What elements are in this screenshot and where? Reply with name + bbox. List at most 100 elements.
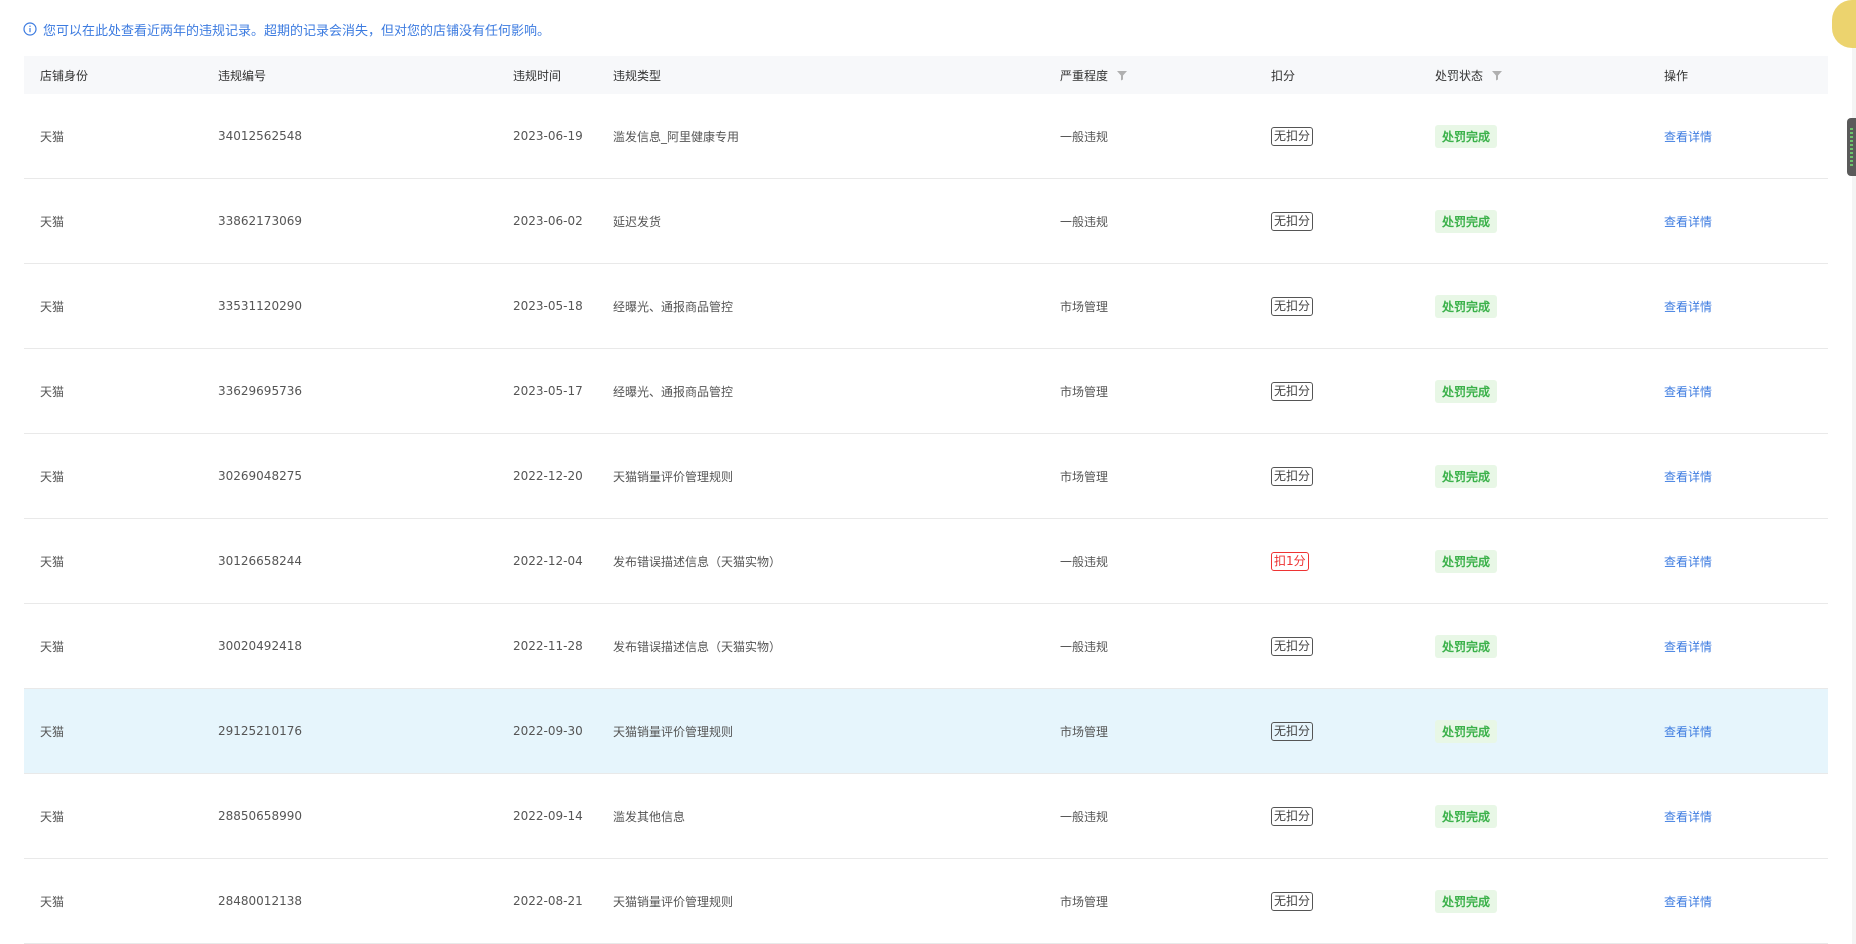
cell-violation-type: 天猫销量评价管理规则 xyxy=(613,894,734,909)
cell-action: 查看详情 xyxy=(1648,893,1828,910)
points-badge: 无扣分 xyxy=(1271,721,1314,741)
info-icon xyxy=(23,22,37,36)
view-details-link[interactable]: 查看详情 xyxy=(1664,553,1712,570)
view-details-link[interactable]: 查看详情 xyxy=(1664,638,1712,655)
cell-shop: 天猫 xyxy=(40,299,65,314)
cell-violation-type: 滥发其他信息 xyxy=(613,809,686,824)
cell-violation-type: 经曝光、通报商品管控 xyxy=(613,384,734,399)
points-badge: 无扣分 xyxy=(1271,211,1314,231)
table-row[interactable]: 天猫 33862173069 2023-06-02 延迟发货 一般违规 无扣分 处罚完成 查看… xyxy=(24,179,1828,264)
cell-shop: 天猫 xyxy=(40,469,65,484)
cell-severity: 市场管理 xyxy=(1060,894,1109,909)
cell-status: 处罚完成 xyxy=(1419,124,1648,148)
cell-status: 处罚完成 xyxy=(1419,719,1648,743)
cell-violation-time: 2022-11-28 xyxy=(513,639,583,653)
filter-icon[interactable] xyxy=(1116,69,1128,81)
points-badge: 无扣分 xyxy=(1271,636,1314,656)
cell-shop: 天猫 xyxy=(40,554,65,569)
cell-violation-time: 2022-09-30 xyxy=(513,724,583,738)
cell-status: 处罚完成 xyxy=(1419,804,1648,828)
status-badge: 处罚完成 xyxy=(1435,804,1498,828)
status-badge: 处罚完成 xyxy=(1435,889,1498,913)
cell-severity: 一般违规 xyxy=(1060,554,1109,569)
cell-action: 查看详情 xyxy=(1648,383,1828,400)
view-details-link[interactable]: 查看详情 xyxy=(1664,383,1712,400)
cell-points: 扣1分 xyxy=(1255,551,1419,571)
view-details-link[interactable]: 查看详情 xyxy=(1664,893,1712,910)
cell-violation-time: 2022-12-04 xyxy=(513,554,583,568)
column-header-status: 处罚状态 xyxy=(1419,67,1648,84)
status-badge: 处罚完成 xyxy=(1435,549,1498,573)
cell-action: 查看详情 xyxy=(1648,553,1828,570)
view-details-link[interactable]: 查看详情 xyxy=(1664,298,1712,315)
status-badge: 处罚完成 xyxy=(1435,209,1498,233)
cell-severity: 市场管理 xyxy=(1060,724,1109,739)
column-header-action: 操作 xyxy=(1664,68,1689,83)
violation-records-table: 店铺身份 违规编号 违规时间 违规类型 严重程度 扣分 处罚状态 操作 天猫 34… xyxy=(24,56,1828,944)
cell-violation-id: 33531120290 xyxy=(218,299,302,313)
table-row[interactable]: 天猫 29125210176 2022-09-30 天猫销量评价管理规则 市场管理 无扣分… xyxy=(24,689,1828,774)
filter-icon[interactable] xyxy=(1491,69,1503,81)
cell-violation-time: 2022-08-21 xyxy=(513,894,583,908)
table-body: 天猫 34012562548 2023-06-19 滥发信息_阿里健康专用 一般违规 无扣… xyxy=(24,94,1828,944)
cell-violation-type: 天猫销量评价管理规则 xyxy=(613,469,734,484)
view-details-link[interactable]: 查看详情 xyxy=(1664,213,1712,230)
cell-shop: 天猫 xyxy=(40,894,65,909)
column-header-status-label: 处罚状态 xyxy=(1435,68,1484,83)
table-row[interactable]: 天猫 34012562548 2023-06-19 滥发信息_阿里健康专用 一般违规 无扣… xyxy=(24,94,1828,179)
cell-violation-type: 天猫销量评价管理规则 xyxy=(613,724,734,739)
table-row[interactable]: 天猫 30020492418 2022-11-28 发布错误描述信息（天猫实物） 一般违… xyxy=(24,604,1828,689)
view-details-link[interactable]: 查看详情 xyxy=(1664,128,1712,145)
floating-widget[interactable] xyxy=(1832,0,1856,48)
cell-action: 查看详情 xyxy=(1648,298,1828,315)
cell-points: 无扣分 xyxy=(1255,296,1419,316)
column-header-shop: 店铺身份 xyxy=(40,68,89,83)
cell-shop: 天猫 xyxy=(40,384,65,399)
cell-severity: 市场管理 xyxy=(1060,384,1109,399)
scrollbar-thumb[interactable] xyxy=(1847,118,1856,176)
cell-action: 查看详情 xyxy=(1648,128,1828,145)
table-row[interactable]: 天猫 33629695736 2023-05-17 经曝光、通报商品管控 市场管理 无扣分… xyxy=(24,349,1828,434)
view-details-link[interactable]: 查看详情 xyxy=(1664,808,1712,825)
points-badge: 无扣分 xyxy=(1271,126,1314,146)
scrollbar-grip xyxy=(1850,128,1853,166)
cell-violation-id: 34012562548 xyxy=(218,129,302,143)
table-row[interactable]: 天猫 28480012138 2022-08-21 天猫销量评价管理规则 市场管理 无扣分… xyxy=(24,859,1828,944)
cell-status: 处罚完成 xyxy=(1419,294,1648,318)
cell-points: 无扣分 xyxy=(1255,211,1419,231)
table-row[interactable]: 天猫 30126658244 2022-12-04 发布错误描述信息（天猫实物） 一般违… xyxy=(24,519,1828,604)
cell-action: 查看详情 xyxy=(1648,723,1828,740)
cell-severity: 一般违规 xyxy=(1060,129,1109,144)
cell-action: 查看详情 xyxy=(1648,808,1828,825)
column-header-violation-type: 违规类型 xyxy=(613,68,662,83)
cell-severity: 一般违规 xyxy=(1060,639,1109,654)
cell-violation-type: 滥发信息_阿里健康专用 xyxy=(613,129,740,144)
cell-violation-time: 2023-06-02 xyxy=(513,214,583,228)
cell-violation-id: 30020492418 xyxy=(218,639,302,653)
status-badge: 处罚完成 xyxy=(1435,634,1498,658)
cell-violation-type: 发布错误描述信息（天猫实物） xyxy=(613,554,782,569)
cell-points: 无扣分 xyxy=(1255,466,1419,486)
cell-points: 无扣分 xyxy=(1255,806,1419,826)
notice-text: 您可以在此处查看近两年的违规记录。超期的记录会消失，但对您的店铺没有任何影响。 xyxy=(43,23,551,39)
view-details-link[interactable]: 查看详情 xyxy=(1664,723,1712,740)
cell-shop: 天猫 xyxy=(40,724,65,739)
cell-violation-id: 28850658990 xyxy=(218,809,302,823)
table-row[interactable]: 天猫 33531120290 2023-05-18 经曝光、通报商品管控 市场管理 无扣分… xyxy=(24,264,1828,349)
cell-action: 查看详情 xyxy=(1648,638,1828,655)
view-details-link[interactable]: 查看详情 xyxy=(1664,468,1712,485)
cell-action: 查看详情 xyxy=(1648,468,1828,485)
cell-status: 处罚完成 xyxy=(1419,549,1648,573)
cell-violation-time: 2023-06-19 xyxy=(513,129,583,143)
status-badge: 处罚完成 xyxy=(1435,294,1498,318)
table-row[interactable]: 天猫 30269048275 2022-12-20 天猫销量评价管理规则 市场管理 无扣分… xyxy=(24,434,1828,519)
cell-shop: 天猫 xyxy=(40,639,65,654)
points-badge: 无扣分 xyxy=(1271,466,1314,486)
table-row[interactable]: 天猫 28850658990 2022-09-14 滥发其他信息 一般违规 无扣分 处罚完成… xyxy=(24,774,1828,859)
cell-violation-type: 发布错误描述信息（天猫实物） xyxy=(613,639,782,654)
cell-violation-id: 30269048275 xyxy=(218,469,302,483)
column-header-violation-id: 违规编号 xyxy=(218,68,267,83)
cell-status: 处罚完成 xyxy=(1419,379,1648,403)
cell-points: 无扣分 xyxy=(1255,721,1419,741)
column-header-severity: 严重程度 xyxy=(1044,67,1255,84)
